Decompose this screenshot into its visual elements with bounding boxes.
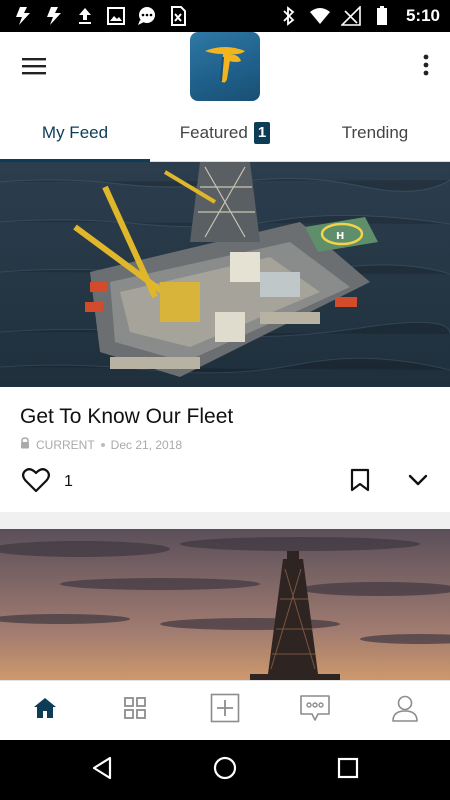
- more-vertical-icon: [423, 54, 429, 81]
- like-count: 1: [64, 473, 73, 490]
- tab-label: Trending: [341, 122, 409, 142]
- nav-add[interactable]: [180, 681, 270, 740]
- system-back-button[interactable]: [82, 750, 122, 790]
- status-time: 5:10: [405, 6, 440, 25]
- status-bar-system: 5:10: [278, 5, 440, 27]
- home-icon: [33, 697, 57, 724]
- add-icon: [210, 693, 240, 728]
- nav-profile[interactable]: [360, 681, 450, 740]
- image-icon: [105, 5, 127, 27]
- card-channel[interactable]: CURRENT: [36, 438, 95, 452]
- upload-icon: [74, 5, 96, 27]
- feed-list[interactable]: H Get To Know Our Fleet CURRENT Dec 21, …: [0, 162, 450, 680]
- app-logo: [190, 32, 260, 101]
- nav-grid[interactable]: [90, 681, 180, 740]
- flash-icon: [43, 5, 65, 27]
- system-navigation-bar: [0, 740, 450, 800]
- sim-icon: [167, 5, 189, 27]
- grid-icon: [123, 696, 147, 725]
- tab-label: Featured: [179, 122, 248, 142]
- feed-tabs: My Feed Featured 1 Trending: [0, 104, 450, 162]
- expand-button[interactable]: [402, 466, 434, 498]
- tab-my-feed[interactable]: My Feed: [0, 104, 150, 162]
- profile-icon: [391, 694, 419, 727]
- chat-bubble-icon: [299, 694, 331, 727]
- bookmark-icon: [350, 468, 370, 497]
- chat-icon: [136, 5, 158, 27]
- nav-home[interactable]: [0, 681, 90, 740]
- more-options-button[interactable]: [416, 52, 436, 82]
- home-circle-icon: [213, 756, 237, 785]
- tab-label: My Feed: [41, 122, 109, 142]
- card-image-rig-sunset[interactable]: [0, 529, 450, 680]
- status-bar-notifications: [12, 5, 189, 27]
- transocean-logo-icon: [201, 41, 249, 92]
- battery-icon: [371, 5, 393, 27]
- system-home-button[interactable]: [205, 750, 245, 790]
- meta-separator: [100, 442, 105, 447]
- status-bar: 5:10: [0, 0, 450, 32]
- feed-card[interactable]: H Get To Know Our Fleet CURRENT Dec 21, …: [0, 162, 450, 512]
- recents-icon: [337, 757, 359, 784]
- card-actions: 1: [0, 452, 450, 512]
- card-meta: CURRENT Dec 21, 2018: [0, 429, 450, 452]
- heart-icon: [22, 467, 50, 498]
- feed-card[interactable]: [0, 529, 450, 680]
- menu-button[interactable]: [16, 54, 52, 82]
- bluetooth-icon: [278, 5, 300, 27]
- svg-text:H: H: [336, 231, 344, 242]
- flash-icon: [12, 5, 34, 27]
- system-recents-button[interactable]: [328, 750, 368, 790]
- hamburger-menu-icon: [22, 57, 46, 80]
- bottom-navigation: [0, 680, 450, 740]
- card-date: Dec 21, 2018: [110, 437, 183, 452]
- tab-featured[interactable]: Featured 1: [150, 104, 300, 161]
- nav-chat[interactable]: [270, 681, 360, 740]
- no-signal-icon: [340, 5, 362, 27]
- featured-count-badge: 1: [253, 121, 271, 144]
- lock-icon: [20, 437, 30, 452]
- card-image-offshore-rig[interactable]: H: [0, 162, 450, 387]
- like-button[interactable]: [20, 466, 52, 498]
- app-bar: [0, 32, 450, 104]
- chevron-down-icon: [408, 473, 428, 491]
- wifi-icon: [309, 5, 331, 27]
- tab-trending[interactable]: Trending: [300, 104, 450, 161]
- bookmark-button[interactable]: [344, 466, 376, 498]
- card-title[interactable]: Get To Know Our Fleet: [0, 387, 450, 429]
- back-icon: [91, 756, 113, 785]
